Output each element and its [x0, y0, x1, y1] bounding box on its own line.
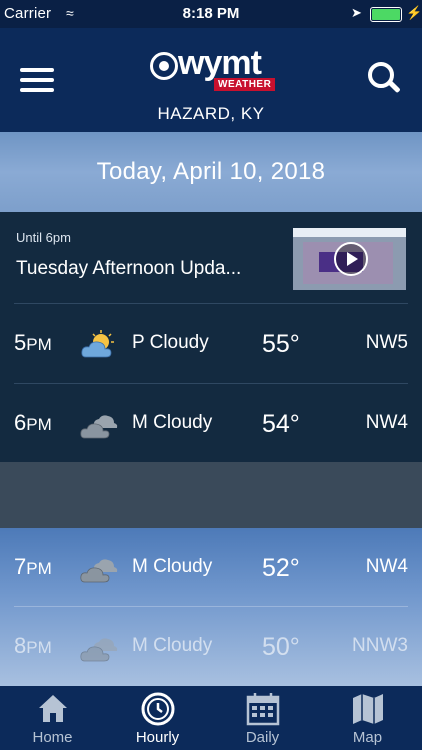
hour-label: 5PM — [14, 330, 52, 355]
wind-label: NW4 — [365, 556, 408, 577]
home-icon — [39, 695, 67, 722]
condition-label: M Cloudy — [132, 412, 213, 433]
wind-label: NW4 — [365, 412, 408, 433]
temperature-label: 52° — [262, 554, 300, 582]
temperature-label: 54° — [262, 410, 300, 438]
temperature-label: 55° — [262, 330, 300, 358]
mostly-cloudy-icon — [80, 559, 118, 583]
tab-map[interactable]: Map — [315, 686, 420, 750]
hour-label: 8PM — [14, 633, 52, 658]
tab-home[interactable]: Home — [0, 686, 105, 750]
forecast-lower: 7PM M Cloudy 52° NW4 8PM M Cloudy 50° NN… — [0, 528, 422, 686]
video-card[interactable]: Until 6pm Tuesday Afternoon Upda... — [0, 212, 422, 304]
date-label: Today, April 10, 2018 — [96, 158, 326, 185]
tab-hourly[interactable]: Hourly — [105, 686, 210, 750]
hourly-row[interactable]: 7PM M Cloudy 52° NW4 — [0, 528, 422, 608]
forecast-panel: Until 6pm Tuesday Afternoon Upda... 5PM … — [0, 212, 422, 462]
menu-button[interactable] — [20, 68, 54, 92]
condition-label: M Cloudy — [132, 556, 213, 577]
location-arrow-icon: ➤ — [351, 5, 362, 20]
calendar-icon — [246, 693, 280, 726]
tab-label: Home — [32, 729, 73, 746]
cbs-eye-icon — [150, 52, 178, 80]
video-thumbnail[interactable] — [293, 228, 406, 290]
wind-label: NNW3 — [352, 635, 408, 656]
mostly-cloudy-icon — [80, 415, 118, 439]
location-label: HAZARD, KY — [157, 104, 265, 123]
hour-label: 7PM — [14, 554, 52, 579]
partly-cloudy-icon — [81, 330, 114, 358]
hour-label: 6PM — [14, 410, 52, 435]
video-until: Until 6pm — [16, 230, 71, 245]
station-logo: wymt WEATHER — [146, 44, 276, 100]
video-title[interactable]: Tuesday Afternoon Upda... — [16, 258, 278, 280]
tab-label: Daily — [245, 729, 280, 746]
date-banner: Today, April 10, 2018 — [0, 132, 422, 212]
hourly-row[interactable]: 8PM M Cloudy 50° NNW3 — [0, 607, 422, 687]
temperature-label: 50° — [262, 633, 300, 661]
tab-label: Map — [352, 729, 383, 746]
condition-label: P Cloudy — [132, 332, 209, 353]
clock-icon — [141, 692, 175, 726]
map-icon — [353, 694, 383, 724]
condition-label: M Cloudy — [132, 635, 213, 656]
status-bar: Carrier ≈ 8:18 PM ➤ ⚡ — [0, 0, 422, 28]
tab-daily[interactable]: Daily — [210, 686, 315, 750]
wind-label: NW5 — [365, 332, 408, 353]
play-icon[interactable] — [334, 242, 368, 276]
tab-label: Hourly — [135, 729, 180, 746]
hourly-row[interactable]: 5PM P Cloudy 55° NW5 — [0, 304, 422, 384]
hourly-row[interactable]: 6PM M Cloudy 54° NW4 — [0, 384, 422, 464]
tab-bar: Home Hourly Daily Map — [0, 686, 422, 750]
battery-icon — [370, 7, 402, 22]
mostly-cloudy-icon — [80, 638, 118, 662]
charging-icon: ⚡ — [406, 5, 422, 20]
search-button[interactable] — [368, 62, 402, 96]
logo-badge: WEATHER — [214, 78, 276, 91]
app-header: wymt WEATHER HAZARD, KY — [0, 28, 422, 132]
forecast-gap — [0, 462, 422, 528]
